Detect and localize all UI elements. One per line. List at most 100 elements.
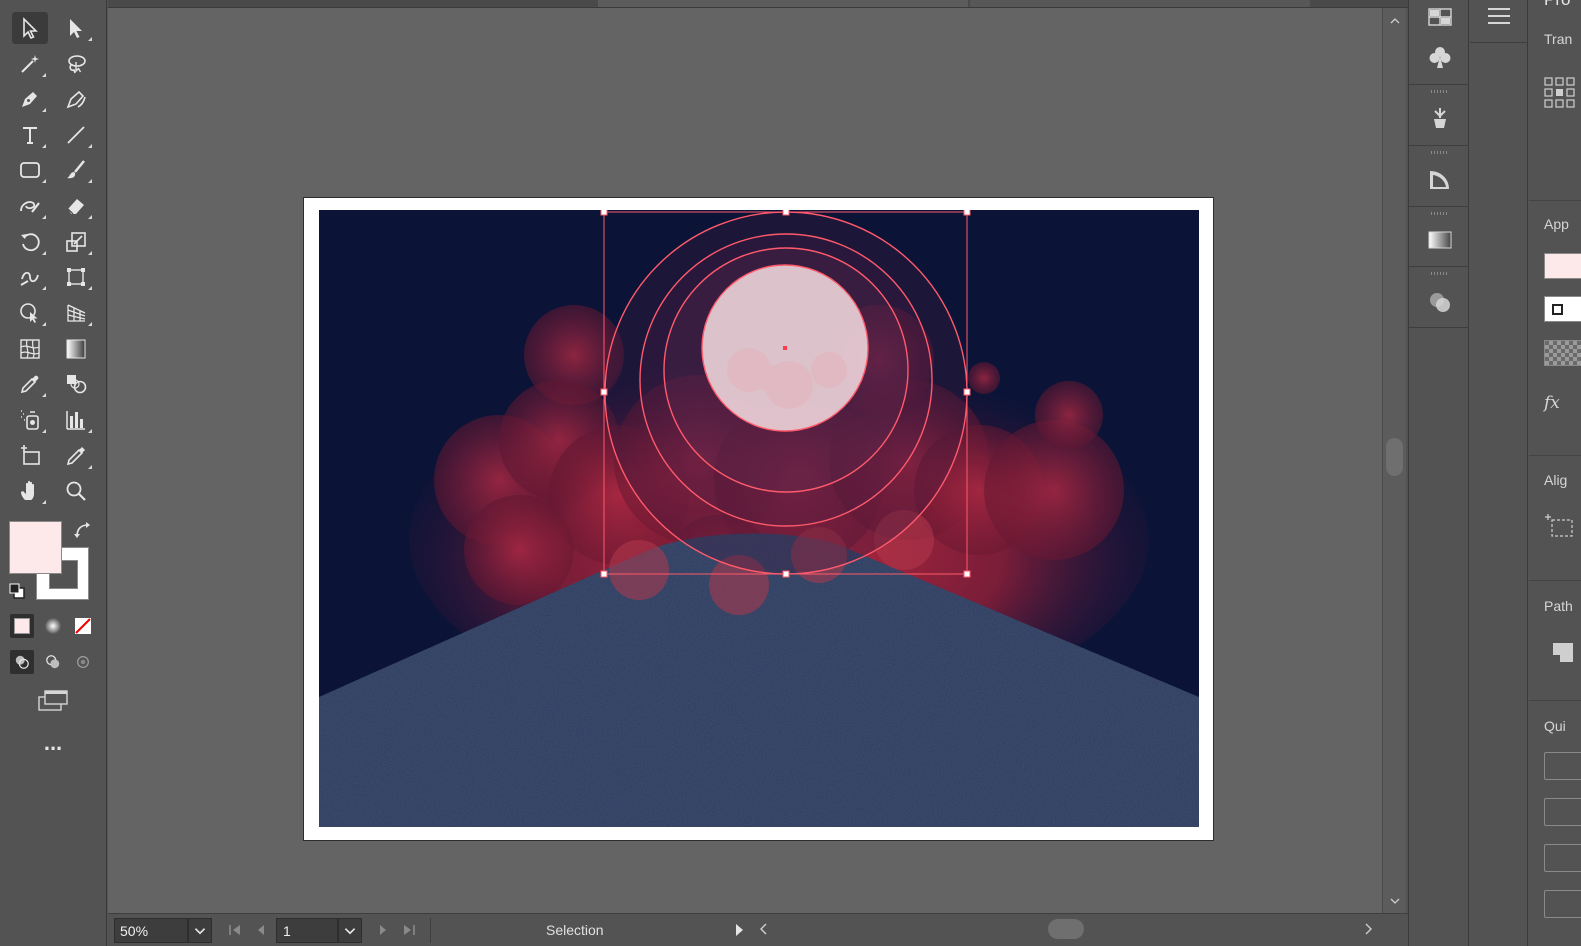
- first-artboard-icon[interactable]: [226, 921, 244, 939]
- opacity-swatch[interactable]: [1544, 340, 1581, 366]
- horizontal-scroll-thumb[interactable]: [1048, 919, 1084, 939]
- appearance-section-label: App: [1544, 216, 1569, 232]
- free-transform-tool-icon[interactable]: [58, 261, 94, 293]
- shape-builder-tool-icon[interactable]: [12, 297, 48, 329]
- tab-strip-segment: [970, 0, 1310, 7]
- dock-grip[interactable]: [1431, 90, 1447, 93]
- fx-icon[interactable]: fx: [1544, 393, 1560, 413]
- quick-action-button[interactable]: [1544, 890, 1581, 918]
- gradient-icon: [45, 618, 61, 634]
- scroll-left-icon[interactable]: [756, 919, 772, 939]
- scroll-down-icon[interactable]: [1389, 894, 1401, 906]
- swatches-icon: [1428, 8, 1452, 26]
- puppet-icon: [1434, 108, 1446, 128]
- lasso-tool-icon[interactable]: [58, 48, 94, 80]
- none-mode-button[interactable]: [71, 614, 95, 638]
- hamburger-menu-icon[interactable]: [1486, 4, 1512, 28]
- pen-tool-icon[interactable]: [12, 83, 48, 115]
- overlapping-circles-icon: [1430, 293, 1450, 312]
- current-tool-status: Selection: [546, 922, 604, 938]
- zoom-tool-icon[interactable]: [58, 475, 94, 507]
- color-mode-button[interactable]: [10, 614, 34, 638]
- unite-shape-icon[interactable]: [1549, 640, 1573, 662]
- swap-fill-stroke-icon[interactable]: [72, 520, 94, 542]
- last-artboard-icon[interactable]: [400, 921, 418, 939]
- scroll-up-icon[interactable]: [1389, 14, 1401, 26]
- canvas-area[interactable]: [108, 8, 1382, 913]
- dock-grip[interactable]: [1431, 272, 1447, 275]
- direct-selection-tool-icon[interactable]: [58, 12, 94, 44]
- vertical-scroll-thumb[interactable]: [1386, 438, 1403, 476]
- illustrator-window: ... 50% 1 Selection Tran App fx Alig Pat…: [0, 0, 1581, 946]
- align-to-selection-icon[interactable]: [1544, 512, 1574, 542]
- scroll-right-icon[interactable]: [1360, 919, 1376, 939]
- panel-separator: [1529, 580, 1581, 581]
- type-tool-icon[interactable]: [12, 119, 48, 151]
- hand-tool-icon[interactable]: [12, 475, 48, 507]
- scale-tool-icon[interactable]: [58, 226, 94, 258]
- screen-mode-icon: [38, 690, 68, 711]
- status-menu-icon[interactable]: [730, 921, 748, 939]
- gradient-panel-button[interactable]: [1423, 223, 1457, 257]
- gradient-panel-icon: [1428, 231, 1452, 249]
- symbols-panel-button[interactable]: [1423, 40, 1457, 74]
- zoom-level-input[interactable]: 50%: [114, 918, 188, 943]
- column-graph-tool-icon[interactable]: [58, 404, 94, 436]
- edit-toolbar-more-button[interactable]: ...: [35, 732, 71, 758]
- perspective-grid-tool-icon[interactable]: [58, 297, 94, 329]
- dock-separator: [1409, 145, 1469, 146]
- blend-tool-icon[interactable]: [58, 368, 94, 400]
- draw-inside-button[interactable]: [71, 650, 95, 674]
- quick-action-button[interactable]: [1544, 752, 1581, 780]
- quick-actions-section-label: Qui: [1544, 718, 1566, 734]
- draw-behind-icon: [46, 655, 60, 669]
- dock-separator: [1409, 327, 1469, 328]
- appearance-fill-swatch[interactable]: [1544, 253, 1581, 279]
- eraser-tool-icon[interactable]: [58, 190, 94, 222]
- swatches-panel-button[interactable]: [1423, 0, 1457, 34]
- next-artboard-icon[interactable]: [374, 921, 392, 939]
- curvature-tool-icon[interactable]: [58, 83, 94, 115]
- artboard-dropdown-button[interactable]: [338, 918, 362, 943]
- symbol-sprayer-tool-icon[interactable]: [12, 404, 48, 436]
- artboard-number-input[interactable]: 1: [276, 918, 338, 943]
- properties-panel: Pro Tran App fx Alig Path Qui: [1529, 0, 1581, 946]
- gradient-tool-icon[interactable]: [58, 333, 94, 365]
- none-icon: [75, 618, 91, 634]
- appearance-stroke-swatch[interactable]: [1544, 296, 1581, 322]
- gradient-mode-button[interactable]: [41, 614, 65, 638]
- panel-menu-column: [1470, 0, 1528, 946]
- zoom-dropdown-button[interactable]: [188, 918, 212, 943]
- dock-grip[interactable]: [1431, 212, 1447, 215]
- shaper-tool-icon[interactable]: [12, 190, 48, 222]
- slice-tool-icon[interactable]: [58, 440, 94, 472]
- draw-normal-button[interactable]: [10, 650, 34, 674]
- mesh-tool-icon[interactable]: [12, 333, 48, 365]
- fill-color-swatch[interactable]: [9, 521, 62, 574]
- artwork-illustration: [319, 210, 1199, 827]
- warp-tool-icon[interactable]: [12, 261, 48, 293]
- club-icon: [1429, 47, 1451, 68]
- artboard-tool-icon[interactable]: [12, 440, 48, 472]
- artboard[interactable]: [303, 197, 1214, 841]
- tab-strip-segment: [598, 0, 968, 7]
- magic-wand-tool-icon[interactable]: [12, 48, 48, 80]
- appearance-panel-button[interactable]: [1423, 285, 1457, 319]
- transparency-panel-button[interactable]: [1423, 163, 1457, 197]
- change-screen-mode-button[interactable]: [35, 686, 71, 714]
- paintbrush-tool-icon[interactable]: [58, 154, 94, 186]
- default-fill-stroke-icon[interactable]: [8, 582, 26, 600]
- rectangle-tool-icon[interactable]: [12, 154, 48, 186]
- rotate-tool-icon[interactable]: [12, 226, 48, 258]
- draw-behind-button[interactable]: [41, 650, 65, 674]
- selection-tool-icon[interactable]: [12, 12, 48, 44]
- quick-action-button[interactable]: [1544, 798, 1581, 826]
- puppet-warp-panel-button[interactable]: [1423, 101, 1457, 135]
- vertical-scrollbar[interactable]: [1382, 8, 1406, 913]
- dock-grip[interactable]: [1431, 151, 1447, 154]
- line-segment-tool-icon[interactable]: [58, 119, 94, 151]
- previous-artboard-icon[interactable]: [252, 921, 270, 939]
- reference-point-icon[interactable]: [1544, 77, 1576, 109]
- quick-action-button[interactable]: [1544, 844, 1581, 872]
- eyedropper-tool-icon[interactable]: [12, 368, 48, 400]
